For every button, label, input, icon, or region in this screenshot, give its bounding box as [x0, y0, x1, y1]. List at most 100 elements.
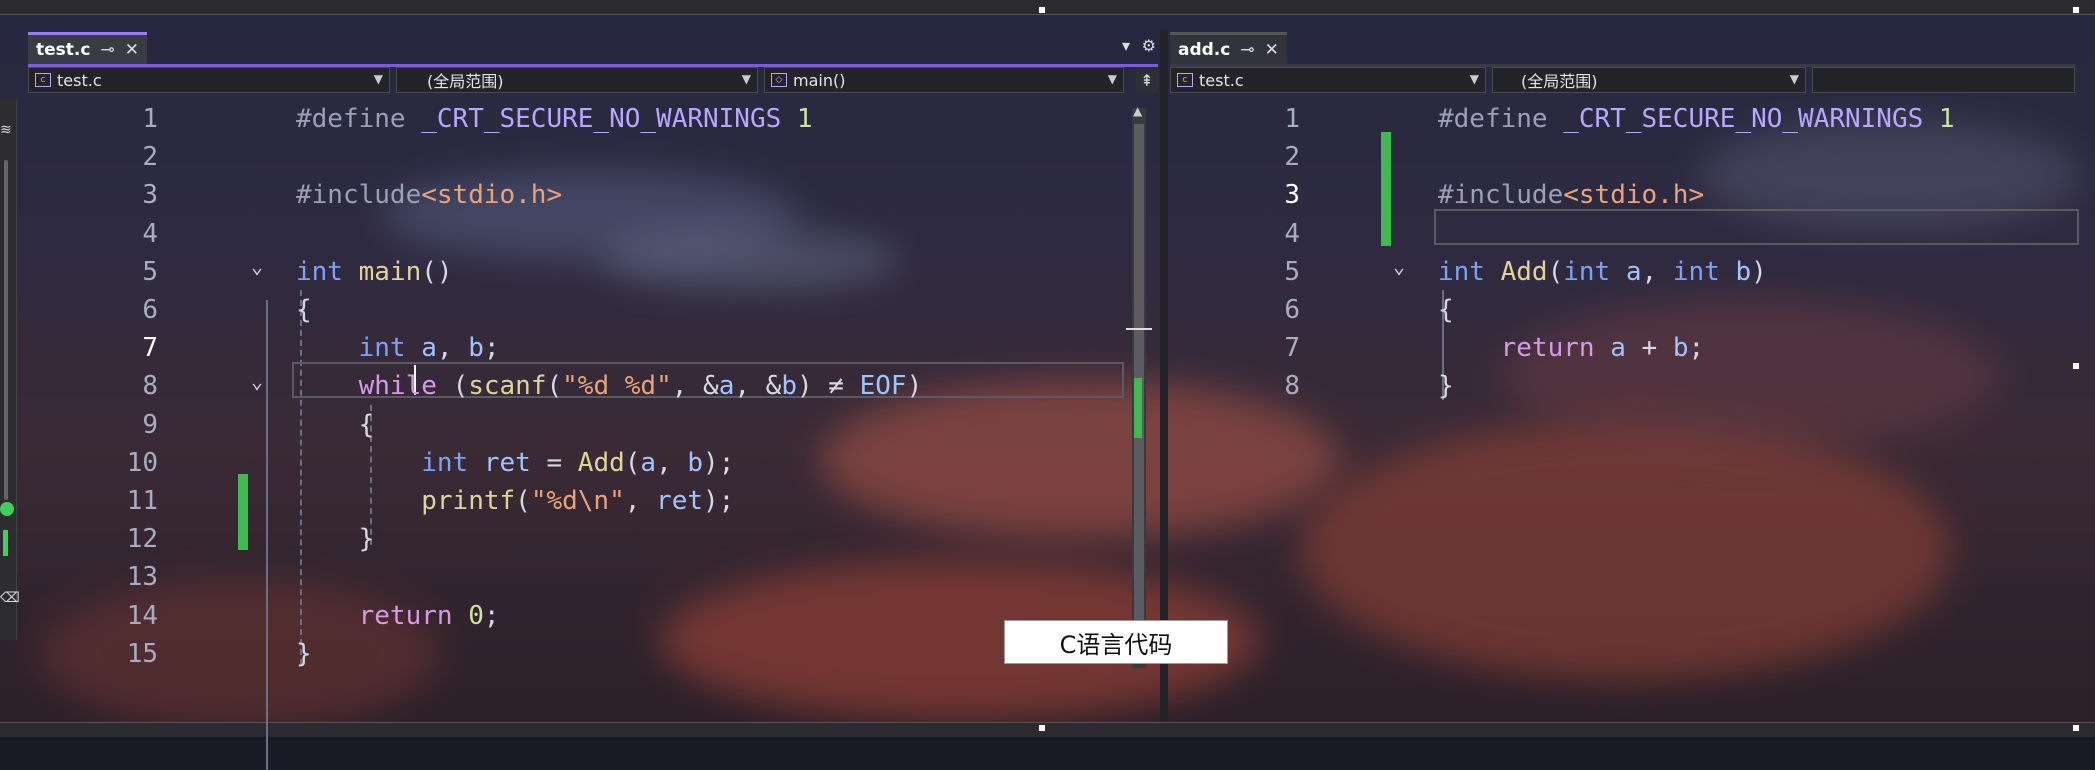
resize-handle[interactable]	[2072, 6, 2080, 14]
c-file-icon: c	[35, 73, 51, 87]
scope-dropdown[interactable]: (全局范围) ▼	[396, 67, 758, 93]
zoom-indicator	[3, 530, 8, 556]
editor-pane-add-c: add.c ⊸ ✕ c test.c ▼ (全局范围) ▼ ⌄ 1 #define…	[1170, 30, 2079, 722]
line-number: 14	[126, 600, 158, 631]
code-line[interactable]: 1 #define _CRT_SECURE_NO_WARNINGS 1	[1170, 100, 2075, 138]
zoom-slider-track[interactable]	[4, 160, 8, 500]
project-dropdown-value: test.c	[1199, 70, 1244, 90]
code-line[interactable]: 4	[28, 215, 1158, 253]
eraser-icon[interactable]: ⌫	[0, 590, 20, 606]
line-number: 3	[142, 180, 158, 211]
code-line[interactable]: 5 int main()	[28, 253, 1158, 291]
close-icon[interactable]: ✕	[1265, 40, 1279, 60]
line-number: 4	[1284, 218, 1300, 249]
tab-label: add.c	[1178, 39, 1231, 60]
code-line[interactable]: 3 #include<stdio.h>	[28, 176, 1158, 214]
code-line[interactable]: 14 return 0;	[28, 597, 1158, 635]
line-number: 9	[142, 409, 158, 440]
code-line[interactable]: 1 #define _CRT_SECURE_NO_WARNINGS 1	[28, 100, 1158, 138]
code-line[interactable]: 2	[1170, 138, 2075, 176]
pane-separator[interactable]	[1160, 30, 1168, 722]
code-line[interactable]: 12 }	[28, 520, 1158, 558]
code-line[interactable]: 6{	[1170, 291, 2075, 329]
pin-icon[interactable]: ⊸	[1240, 40, 1254, 60]
line-number: 2	[142, 142, 158, 173]
line-number: 15	[126, 638, 158, 669]
scrollbar-change-marker	[1134, 378, 1142, 438]
code-line[interactable]: 4	[1170, 215, 2075, 253]
line-number: 11	[126, 486, 158, 516]
line-number: 2	[1284, 142, 1300, 173]
tab-add-c[interactable]: add.c ⊸ ✕	[1170, 32, 1287, 64]
project-dropdown[interactable]: c test.c ▼	[1170, 67, 1486, 93]
line-number: 8	[142, 371, 158, 402]
member-dropdown[interactable]: ◇ main() ▼	[764, 67, 1124, 93]
code-line[interactable]: 9 {	[28, 406, 1158, 444]
code-line[interactable]: 8 while (scanf("%d %d", &a, &b) ≠ EOF)	[28, 367, 1158, 405]
scope-dropdown-value: (全局范围)	[1521, 72, 1598, 91]
window-frame-bottom	[0, 722, 2095, 737]
code-text: {	[296, 295, 312, 325]
chevron-down-icon: ▼	[373, 72, 383, 86]
line-number: 6	[142, 295, 158, 325]
line-number: 12	[126, 524, 158, 555]
scope-dropdown[interactable]: (全局范围) ▼	[1492, 67, 1806, 93]
pin-icon[interactable]: ⊸	[100, 40, 114, 60]
code-text: #define _CRT_SECURE_NO_WARNINGS 1	[296, 104, 813, 134]
scroll-up-icon[interactable]: ▲	[1133, 104, 1142, 118]
code-line[interactable]: 3 #include<stdio.h>	[1170, 176, 2075, 214]
code-text: return 0;	[358, 600, 500, 631]
resize-handle[interactable]	[1038, 724, 1046, 732]
line-number: 1	[142, 104, 158, 134]
scroll-position-marker	[1126, 328, 1152, 330]
gear-icon[interactable]: ⚙	[1142, 36, 1156, 55]
caption-label: C语言代码	[1004, 620, 1228, 664]
code-text: {	[358, 409, 375, 440]
code-text: int Add(int a, int b)	[1438, 256, 1767, 287]
code-line[interactable]: 11 printf("%d\n", ret);	[28, 482, 1158, 520]
navigation-bar: c test.c ▼ (全局范围) ▼ ◇ main() ▼	[28, 67, 1158, 95]
code-text: }	[1438, 371, 1454, 402]
code-line[interactable]: 13	[28, 558, 1158, 596]
code-text: printf("%d\n", ret);	[421, 486, 735, 516]
code-line[interactable]: 7 return a + b;	[1170, 329, 2075, 367]
code-text: int ret = Add(a, b);	[421, 447, 735, 478]
code-text: return a + b;	[1500, 333, 1705, 364]
resize-handle[interactable]	[1038, 6, 1046, 14]
line-number: 7	[142, 333, 158, 364]
split-editor-button[interactable]: ⇞	[1136, 68, 1158, 94]
code-line[interactable]: 2	[28, 138, 1158, 176]
tab-list-dropdown-icon[interactable]: ▾	[1122, 36, 1130, 55]
chevron-down-icon: ▼	[1469, 72, 1479, 86]
tab-test-c[interactable]: test.c ⊸ ✕	[28, 32, 147, 64]
line-number: 5	[1284, 256, 1300, 287]
editor-pane-test-c: test.c ⊸ ✕ ▾ ⚙ c test.c ▼ (全局范围) ▼ ◇ mai…	[28, 30, 1158, 770]
line-number: 13	[126, 562, 158, 593]
tab-bar: test.c ⊸ ✕ ▾ ⚙	[28, 30, 1158, 67]
vertical-scrollbar[interactable]: ▲	[1126, 104, 1152, 668]
code-line[interactable]: 15}	[28, 635, 1158, 673]
tab-bar: add.c ⊸ ✕	[1170, 30, 2075, 67]
tab-label: test.c	[36, 39, 91, 60]
project-dropdown-value: test.c	[57, 70, 102, 90]
cube-icon: ◇	[771, 73, 787, 87]
line-number: 5	[142, 256, 158, 287]
zoom-slider-knob[interactable]	[0, 502, 14, 516]
code-line[interactable]: 6{	[28, 291, 1158, 329]
project-dropdown[interactable]: c test.c ▼	[28, 67, 390, 93]
line-number: 6	[1284, 295, 1300, 325]
c-file-icon: c	[1177, 73, 1193, 87]
code-line[interactable]: 7 int a, b;	[28, 329, 1158, 367]
code-text: int a, b;	[358, 333, 500, 364]
chevron-down-icon: ▼	[741, 72, 751, 86]
layers-icon[interactable]: ≋	[0, 122, 12, 138]
code-line[interactable]: 5 int Add(int a, int b)	[1170, 253, 2075, 291]
resize-handle[interactable]	[2072, 724, 2080, 732]
member-dropdown[interactable]	[1812, 67, 2075, 93]
code-text: #define _CRT_SECURE_NO_WARNINGS 1	[1438, 104, 1955, 134]
close-icon[interactable]: ✕	[125, 40, 139, 60]
code-text: #include<stdio.h>	[1438, 180, 1705, 211]
code-line[interactable]: 8}	[1170, 367, 2075, 405]
code-line[interactable]: 10 int ret = Add(a, b);	[28, 444, 1158, 482]
line-number: 4	[142, 218, 158, 249]
